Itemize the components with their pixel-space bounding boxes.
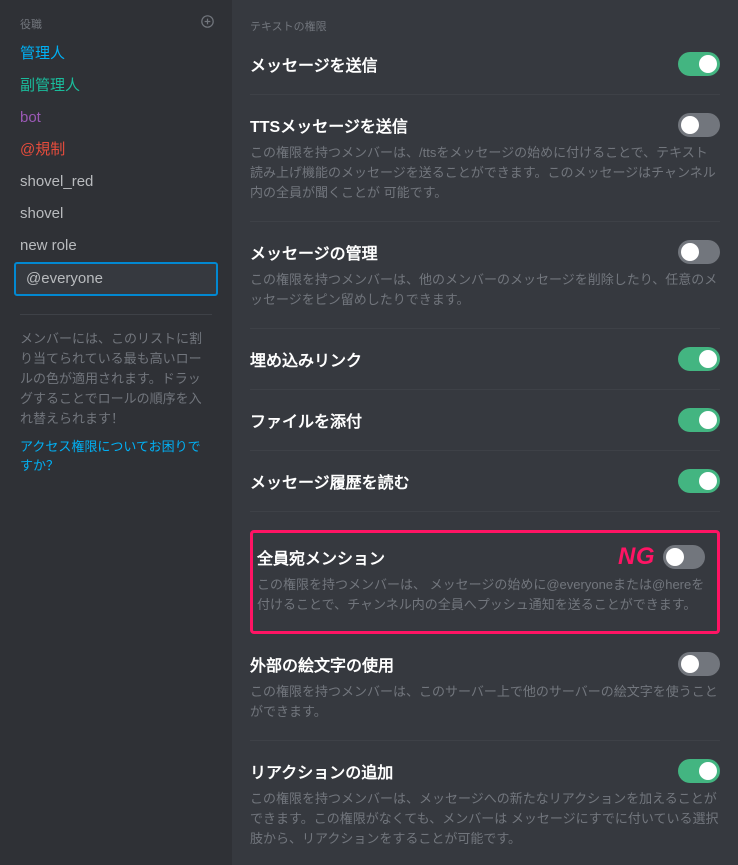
permission-title: メッセージ履歴を読む [250, 469, 410, 493]
main-content: テキストの権限 メッセージを送信 TTSメッセージを送信この権限を持つメンバーは、… [232, 0, 738, 865]
permission-row: 外部の絵文字の使用 [250, 652, 720, 676]
permission-item: ファイルを添付 [250, 408, 720, 451]
ng-label: NG [618, 543, 655, 571]
toggle-knob [699, 411, 717, 429]
permission-toggle[interactable] [663, 545, 705, 569]
permission-row: メッセージの管理 [250, 240, 720, 264]
role-item[interactable]: shovel_red [8, 166, 224, 198]
permission-item: メッセージを送信 [250, 52, 720, 95]
permission-row: メッセージを送信 [250, 52, 720, 76]
permission-item: メッセージ履歴を読む [250, 469, 720, 512]
permission-row: TTSメッセージを送信 [250, 113, 720, 137]
permission-description: この権限を持つメンバーは、このサーバー上で他のサーバーの絵文字を使うことができま… [250, 682, 720, 722]
toggle-knob [699, 762, 717, 780]
permission-toggle[interactable] [678, 469, 720, 493]
toggle-knob [681, 655, 699, 673]
toggle-knob [699, 472, 717, 490]
sidebar-help-text: メンバーには、このリストに割り当てられている最も高いロールの色が適用されます。ド… [0, 329, 232, 429]
permission-item: TTSメッセージを送信この権限を持つメンバーは、/ttsをメッセージの始めに付け… [250, 113, 720, 222]
sidebar-header: 役職 [0, 0, 232, 38]
role-item[interactable]: 管理人 [8, 38, 224, 70]
permission-item: メッセージの管理この権限を持つメンバーは、他のメンバーのメッセージを削除したり、… [250, 240, 720, 329]
permission-row: ファイルを添付 [250, 408, 720, 432]
permission-title: 全員宛メンション [257, 545, 385, 569]
highlight-box: NG 全員宛メンションこの権限を持つメンバーは、 メッセージの始めに@everyo… [250, 530, 720, 634]
permission-toggle[interactable] [678, 113, 720, 137]
add-role-icon[interactable] [201, 15, 214, 32]
toggle-knob [699, 55, 717, 73]
role-item[interactable]: @規制 [8, 134, 224, 166]
permission-description: この権限を持つメンバーは、メッセージへの新たなリアクションを加えることができます… [250, 789, 720, 849]
role-item[interactable]: bot [8, 102, 224, 134]
permission-row: 埋め込みリンク [250, 347, 720, 371]
permissions-help-link[interactable]: アクセス権限についてお困りですか？ [0, 429, 232, 475]
role-item[interactable]: @everyone [14, 262, 218, 296]
role-item[interactable]: 副管理人 [8, 70, 224, 102]
permission-description: この権限を持つメンバーは、 メッセージの始めに@everyoneまたは@here… [257, 575, 705, 615]
permission-toggle[interactable] [678, 652, 720, 676]
permission-toggle[interactable] [678, 759, 720, 783]
role-list: 管理人副管理人bot@規制shovel_redshovelnew role@ev… [0, 38, 232, 296]
divider [20, 314, 212, 315]
toggle-knob [666, 548, 684, 566]
permission-toggle[interactable] [678, 347, 720, 371]
permission-description: この権限を持つメンバーは、他のメンバーのメッセージを削除したり、任意のメッセージ… [250, 270, 720, 310]
permission-title: 外部の絵文字の使用 [250, 652, 394, 676]
toggle-knob [681, 243, 699, 261]
permission-list: メッセージを送信 TTSメッセージを送信この権限を持つメンバーは、/ttsをメッセ… [250, 52, 720, 865]
permission-item: 埋め込みリンク [250, 347, 720, 390]
toggle-knob [681, 116, 699, 134]
permission-description: この権限を持つメンバーは、/ttsをメッセージの始めに付けることで、テキスト読み… [250, 143, 720, 203]
role-item[interactable]: new role [8, 230, 224, 262]
permission-row: リアクションの追加 [250, 759, 720, 783]
permission-toggle[interactable] [678, 52, 720, 76]
permission-title: ファイルを添付 [250, 408, 362, 432]
toggle-knob [699, 350, 717, 368]
permission-title: TTSメッセージを送信 [250, 113, 408, 137]
permission-item: 外部の絵文字の使用この権限を持つメンバーは、このサーバー上で他のサーバーの絵文字… [250, 652, 720, 741]
permission-toggle[interactable] [678, 240, 720, 264]
role-item[interactable]: shovel [8, 198, 224, 230]
roles-heading: 役職 [20, 16, 42, 32]
permission-title: リアクションの追加 [250, 759, 393, 783]
permission-title: 埋め込みリンク [250, 347, 362, 371]
permission-row: メッセージ履歴を読む [250, 469, 720, 493]
permission-title: メッセージの管理 [250, 240, 378, 264]
section-header: テキストの権限 [250, 18, 720, 34]
permission-title: メッセージを送信 [250, 52, 378, 76]
permission-item: リアクションの追加この権限を持つメンバーは、メッセージへの新たなリアクションを加… [250, 759, 720, 865]
permission-toggle[interactable] [678, 408, 720, 432]
sidebar: 役職 管理人副管理人bot@規制shovel_redshovelnew role… [0, 0, 232, 865]
